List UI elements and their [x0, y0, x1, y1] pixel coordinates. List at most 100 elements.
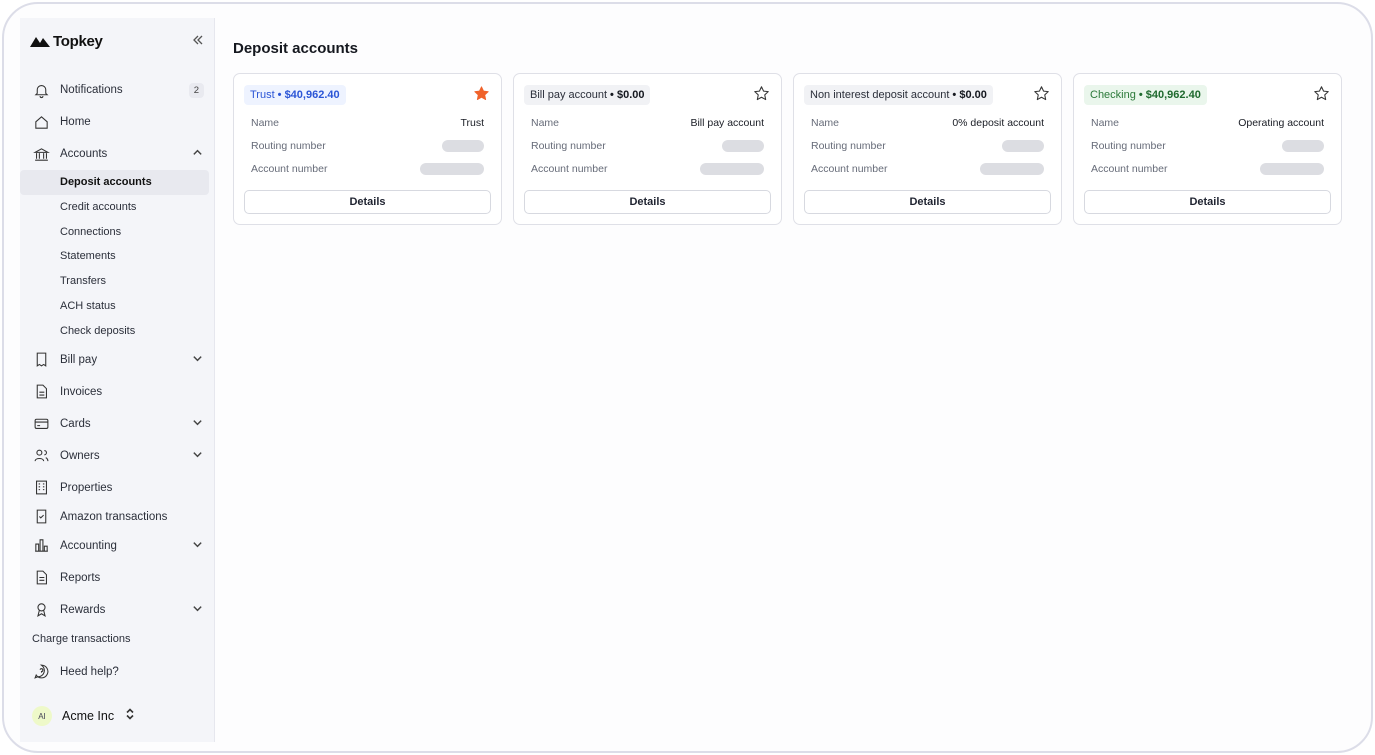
- account-type-label: Non interest deposit account: [810, 89, 950, 101]
- sidebar-item-cards[interactable]: Cards: [20, 408, 214, 440]
- star-filled-icon[interactable]: [473, 85, 491, 103]
- org-switcher[interactable]: AI Acme Inc: [32, 706, 136, 726]
- sidebar-subitem-connections[interactable]: Connections: [20, 220, 209, 245]
- sidebar-item-help[interactable]: Heed help?: [20, 656, 214, 688]
- account-number-label: Account number: [1091, 163, 1168, 175]
- sidebar-item-notifications[interactable]: Notifications 2: [20, 74, 214, 106]
- sidebar-item-label: Accounting: [60, 539, 117, 552]
- account-card: Non interest deposit account • $0.00 Nam…: [793, 73, 1062, 225]
- sidebar-item-label: Accounts: [60, 148, 108, 160]
- sidebar-item-label: Cards: [60, 417, 91, 430]
- routing-number-masked: [442, 140, 484, 152]
- sidebar-item-bill-pay[interactable]: Bill pay: [20, 344, 214, 376]
- sidebar-item-charge-transactions[interactable]: Charge transactions: [20, 626, 214, 652]
- logo-row: Topkey: [30, 30, 204, 52]
- details-button[interactable]: Details: [804, 190, 1051, 214]
- app-frame: Topkey Notifications 2 Home Accounts Dep…: [2, 2, 1373, 753]
- brand-logo[interactable]: Topkey: [30, 33, 103, 50]
- account-number-masked: [700, 163, 764, 175]
- receipt-icon: [32, 351, 50, 369]
- chevron-down-icon[interactable]: [190, 353, 204, 367]
- routing-row: Routing number: [251, 138, 484, 154]
- sidebar: Topkey Notifications 2 Home Accounts Dep…: [20, 18, 215, 742]
- details-button[interactable]: Details: [524, 190, 771, 214]
- star-icon[interactable]: [753, 85, 771, 103]
- sidebar-item-label: Heed help?: [60, 665, 119, 678]
- org-name: Acme Inc: [62, 709, 115, 723]
- sidebar-subitem-ach-status[interactable]: ACH status: [20, 294, 209, 319]
- account-number-label: Account number: [811, 163, 888, 175]
- sidebar-subitem-check-deposits[interactable]: Check deposits: [20, 319, 209, 344]
- name-row: Name 0% deposit account: [811, 115, 1044, 131]
- account-type-pill: Bill pay account • $0.00: [524, 85, 651, 105]
- sidebar-subitem-credit-accounts[interactable]: Credit accounts: [20, 195, 209, 220]
- bar-chart-icon: [32, 537, 50, 555]
- building-icon: [32, 479, 50, 497]
- account-number-label: Account number: [251, 163, 328, 175]
- sidebar-item-accounting[interactable]: Accounting: [20, 530, 214, 562]
- account-number-row: Account number: [1091, 161, 1324, 177]
- sidebar-item-label: Reports: [60, 571, 101, 584]
- sidebar-item-label: Amazon transactions: [60, 510, 168, 523]
- routing-number-masked: [1282, 140, 1324, 152]
- details-button[interactable]: Details: [1084, 190, 1331, 214]
- account-card: Trust • $40,962.40 Name Trust Routing nu…: [233, 73, 502, 225]
- account-cards: Trust • $40,962.40 Name Trust Routing nu…: [233, 73, 1342, 225]
- sidebar-item-label: Owners: [60, 449, 100, 462]
- routing-row: Routing number: [1091, 138, 1324, 154]
- name-label: Name: [531, 117, 560, 129]
- account-name: 0% deposit account: [952, 117, 1044, 129]
- page-title: Deposit accounts: [233, 40, 359, 57]
- sidebar-item-owners[interactable]: Owners: [20, 440, 214, 472]
- account-name: Trust: [460, 117, 484, 129]
- sidebar-item-label: Invoices: [60, 385, 103, 398]
- bank-icon: [32, 145, 50, 163]
- app-window: Topkey Notifications 2 Home Accounts Dep…: [20, 18, 1360, 742]
- account-type-pill: Trust • $40,962.40: [244, 85, 346, 105]
- sidebar-item-accounts[interactable]: Accounts: [20, 138, 214, 170]
- chevron-up-icon[interactable]: [190, 147, 204, 161]
- star-icon[interactable]: [1313, 85, 1331, 103]
- sidebar-item-label: Notifications: [60, 84, 123, 96]
- account-card: Bill pay account • $0.00 Name Bill pay a…: [513, 73, 782, 225]
- account-type-label: Checking: [1090, 89, 1136, 101]
- name-label: Name: [1091, 117, 1120, 129]
- sidebar-item-rewards[interactable]: Rewards: [20, 594, 214, 626]
- chevron-down-icon[interactable]: [190, 417, 204, 431]
- sidebar-item-amazon-transactions[interactable]: Amazon transactions: [20, 504, 214, 530]
- account-number-masked: [420, 163, 484, 175]
- sidebar-item-reports[interactable]: Reports: [20, 562, 214, 594]
- routing-label: Routing number: [1091, 140, 1166, 152]
- bell-icon: [32, 81, 50, 99]
- chevron-down-icon[interactable]: [190, 539, 204, 553]
- chevron-down-icon[interactable]: [190, 449, 204, 463]
- details-button[interactable]: Details: [244, 190, 491, 214]
- routing-label: Routing number: [251, 140, 326, 152]
- account-balance: • $0.00: [952, 89, 987, 101]
- sidebar-item-properties[interactable]: Properties: [20, 472, 214, 504]
- account-number-row: Account number: [531, 161, 764, 177]
- sidebar-item-home[interactable]: Home: [20, 106, 214, 138]
- double-chevron-left-icon[interactable]: [192, 33, 204, 49]
- name-row: Name Operating account: [1091, 115, 1324, 131]
- account-type-pill: Non interest deposit account • $0.00: [804, 85, 993, 105]
- document-icon: [32, 383, 50, 401]
- sidebar-item-invoices[interactable]: Invoices: [20, 376, 214, 408]
- name-label: Name: [251, 117, 280, 129]
- sidebar-subitem-statements[interactable]: Statements: [20, 244, 209, 269]
- account-type-label: Trust: [250, 89, 275, 101]
- account-number-label: Account number: [531, 163, 608, 175]
- star-icon[interactable]: [1033, 85, 1051, 103]
- help-chat-icon: [32, 663, 50, 681]
- brand-name: Topkey: [53, 32, 103, 50]
- sidebar-subitem-transfers[interactable]: Transfers: [20, 269, 209, 294]
- credit-card-icon: [32, 415, 50, 433]
- sidebar-item-label: Properties: [60, 481, 113, 494]
- name-row: Name Bill pay account: [531, 115, 764, 131]
- report-icon: [32, 569, 50, 587]
- notification-count-badge: 2: [188, 82, 204, 98]
- routing-label: Routing number: [811, 140, 886, 152]
- sidebar-subitem-deposit-accounts[interactable]: Deposit accounts: [20, 170, 209, 195]
- users-icon: [32, 447, 50, 465]
- chevron-down-icon[interactable]: [190, 603, 204, 617]
